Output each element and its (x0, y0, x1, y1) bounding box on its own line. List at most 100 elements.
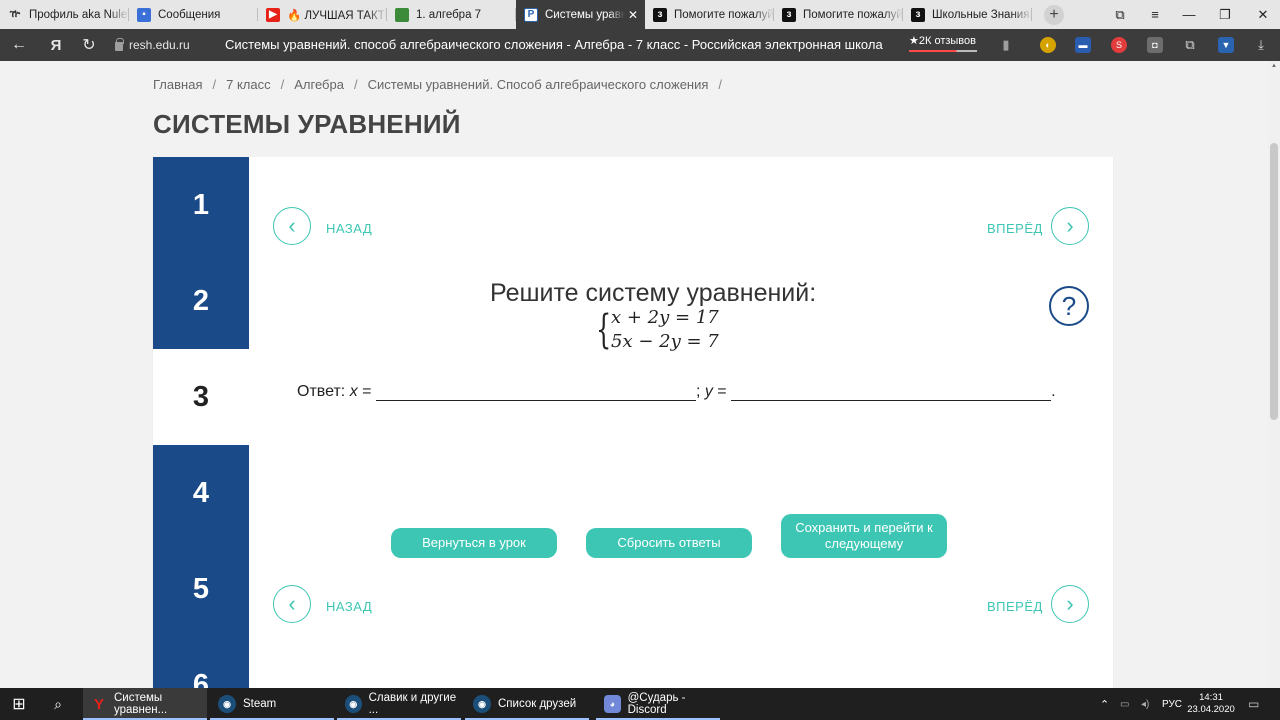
equation-2: 5x − 2y = 7 (611, 331, 719, 352)
tray-network-icon[interactable]: ▭ (1120, 688, 1129, 720)
reviews-badge[interactable]: ★2К отзывов (909, 34, 977, 54)
back-top-label[interactable]: НАЗАД (326, 221, 372, 236)
menu-icon[interactable]: ≡ (1138, 0, 1172, 29)
yandex-browser-icon: Y (93, 695, 104, 713)
breadcrumb-separator: / (212, 77, 217, 92)
language-indicator[interactable]: РУС (1162, 688, 1182, 720)
bookmark-icon[interactable]: ▮ (998, 37, 1014, 53)
yandex-logo-icon[interactable]: Я (42, 29, 70, 61)
forward-bottom-label[interactable]: ВПЕРЁД (987, 599, 1043, 614)
equals-sign: = (717, 383, 727, 400)
back-to-lesson-button[interactable]: Вернуться в урок (391, 528, 557, 558)
step-6[interactable]: 6 (153, 637, 249, 688)
chevron-left-icon: ‹ (288, 591, 296, 616)
breadcrumb-separator: / (353, 77, 358, 92)
new-tab-icon[interactable]: + (1044, 4, 1064, 25)
tab-znanija-2[interactable]: з Помогите пожалуй (774, 0, 903, 29)
tab-messages[interactable]: ▪ Сообщения (129, 0, 258, 29)
back-bottom-label[interactable]: НАЗАД (326, 599, 372, 614)
step-1[interactable]: 1 (153, 157, 249, 253)
tray-volume-icon[interactable]: ◂) (1141, 688, 1149, 720)
resh-icon: Р (524, 7, 538, 22)
page-scrollbar[interactable]: ▲ (1268, 61, 1280, 688)
taskbar-item-friends[interactable]: ◉ Список друзей (465, 688, 589, 720)
breadcrumb-grade[interactable]: 7 класс (226, 77, 271, 92)
page-title-in-url[interactable]: Системы уравнений. способ алгебраическог… (225, 29, 883, 61)
chevron-right-icon: › (1066, 213, 1074, 238)
steam-icon: ◉ (473, 695, 491, 713)
messages-icon: ▪ (137, 7, 151, 22)
step-4[interactable]: 4 (153, 445, 249, 541)
tab-znanija-1[interactable]: з Помогите пожалуй (645, 0, 774, 29)
step-2[interactable]: 2 (153, 253, 249, 349)
search-icon[interactable]: ⌕ (40, 688, 76, 720)
equals-sign: = (362, 383, 372, 400)
minimize-icon[interactable]: — (1172, 0, 1206, 29)
discord-icon: ◕ (604, 695, 621, 713)
clock[interactable]: 14:31 23.04.2020 (1187, 688, 1235, 720)
taskbar-item-discord[interactable]: ◕ @Сударь - Discord (596, 688, 720, 720)
tab-znanija-3[interactable]: з Школьные Знания. (903, 0, 1032, 29)
extension-shield-icon[interactable]: ◘ (1147, 37, 1163, 53)
tab-title: Школьные Знания. (932, 8, 1032, 21)
breadcrumb-lesson[interactable]: Системы уравнений. Способ алгебраическог… (368, 77, 709, 92)
step-3-active[interactable]: 3 (153, 349, 249, 445)
forward-bottom-button[interactable]: › (1051, 585, 1089, 623)
taskbar-item-browser[interactable]: Y Системы уравнен... (83, 688, 207, 720)
extension-download-icon[interactable]: ▼ (1218, 37, 1234, 53)
scroll-up-icon[interactable]: ▲ (1270, 63, 1278, 71)
znanija-icon: з (653, 7, 667, 22)
tab-youtube[interactable]: ▶ 🔥 ЛУЧШАЯ ТАКТИ (258, 0, 387, 29)
tray-chevron-icon[interactable]: ⌃ (1100, 688, 1109, 720)
taskbar-item-steam-chat[interactable]: ◉ Славик и другие ... (337, 688, 461, 720)
step-5[interactable]: 5 (153, 541, 249, 637)
tab-title: 🔥 ЛУЧШАЯ ТАКТИ (287, 9, 387, 22)
page-title: СИСТЕМЫ УРАВНЕНИЙ (153, 109, 461, 139)
help-icon[interactable]: ? (1049, 286, 1089, 326)
downloads-icon[interactable]: ⤓ (1253, 37, 1269, 53)
windows-start-icon[interactable]: ⊞ (0, 688, 38, 720)
breadcrumb: Главная / 7 класс / Алгебра / Системы ур… (153, 77, 732, 92)
collections-icon[interactable]: ⧉ (1182, 37, 1198, 53)
notifications-icon[interactable]: ▭ (1248, 688, 1259, 720)
taskbar-label: @Сударь - Discord (627, 692, 686, 716)
breadcrumb-home[interactable]: Главная (153, 77, 202, 92)
tab-profile[interactable]: ዅ Профиль aka Nulev (0, 0, 129, 29)
url-domain[interactable]: resh.edu.ru (115, 29, 190, 61)
taskbar-item-steam[interactable]: ◉ Steam (210, 688, 334, 720)
restore-icon[interactable]: ❐ (1208, 0, 1242, 29)
tab-title: Сообщения (158, 8, 221, 21)
extension-new-icon[interactable]: ▬ (1075, 37, 1091, 53)
extension-s-icon[interactable]: S (1111, 37, 1127, 53)
answer-row: Ответ: x = ; y = . (297, 383, 1056, 401)
address-bar: ← Я ↻ resh.edu.ru Системы уравнений. спо… (0, 29, 1280, 61)
steam-icon: ◉ (218, 695, 236, 713)
youtube-icon: ▶ (266, 7, 280, 22)
reset-answers-button[interactable]: Сбросить ответы (586, 528, 752, 558)
forward-top-label[interactable]: ВПЕРЁД (987, 221, 1043, 236)
tab-title: Помогите пожалуй (674, 8, 774, 21)
back-arrow-icon[interactable]: ← (5, 29, 33, 61)
forward-top-button[interactable]: › (1051, 207, 1089, 245)
scrollbar-thumb[interactable] (1270, 143, 1278, 420)
lock-icon (115, 37, 124, 51)
close-window-icon[interactable]: ✕ (1246, 0, 1280, 29)
y-answer-input[interactable] (731, 383, 1052, 401)
back-top-button[interactable]: ‹ (273, 207, 311, 245)
save-and-next-button[interactable]: Сохранить и перейти к следующему (781, 514, 947, 558)
tabs-manager-icon[interactable]: ⧉ (1103, 0, 1137, 29)
domain-text: resh.edu.ru (129, 38, 190, 52)
x-label: x (349, 383, 358, 400)
reload-icon[interactable]: ↻ (75, 29, 103, 61)
separator: ; (695, 383, 701, 400)
x-answer-input[interactable] (375, 383, 696, 401)
browser-tab-strip: ዅ Профиль aka Nulev ▪ Сообщения ▶ 🔥 ЛУЧШ… (0, 0, 1280, 29)
extension-coin-icon[interactable]: ◐ (1040, 37, 1056, 53)
back-bottom-button[interactable]: ‹ (273, 585, 311, 623)
taskbar-label: Системы уравнен... (114, 692, 168, 716)
tab-algebra[interactable]: 1. алгебра 7 (387, 0, 516, 29)
windows-taskbar: ⊞ ⌕ Y Системы уравнен... ◉ Steam ◉ Слави… (0, 688, 1280, 720)
close-tab-icon[interactable]: ✕ (625, 8, 641, 22)
tab-systems-active[interactable]: Р Системы уравнен ✕ (516, 0, 645, 29)
breadcrumb-subject[interactable]: Алгебра (294, 77, 344, 92)
